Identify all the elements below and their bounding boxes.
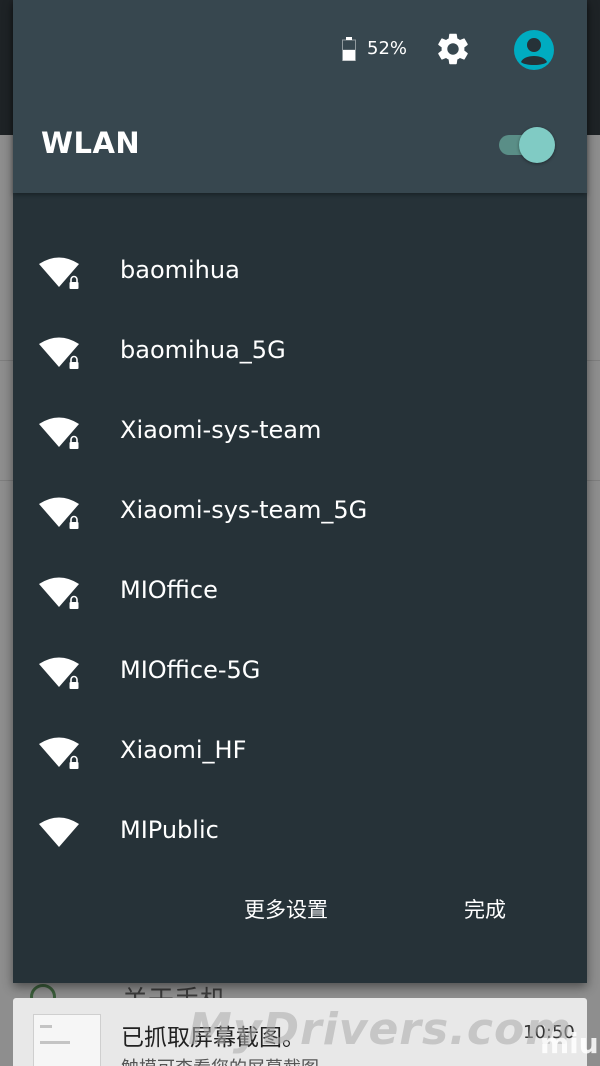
more-settings-button[interactable]: 更多设置 — [244, 894, 328, 924]
network-name: MIOffice — [120, 576, 218, 604]
network-row[interactable]: MIPublic — [13, 794, 587, 874]
network-name: Xiaomi-sys-team_5G — [120, 496, 368, 524]
battery-icon — [342, 37, 356, 61]
battery-percentage: 52% — [367, 38, 408, 59]
wifi-signal-icon — [39, 817, 79, 847]
avatar-icon[interactable] — [513, 29, 555, 71]
network-name: Xiaomi_HF — [120, 736, 247, 764]
network-row[interactable]: Xiaomi-sys-team — [13, 394, 587, 474]
wifi-lock-icon — [39, 577, 79, 609]
wifi-lock-icon — [39, 737, 79, 769]
network-row[interactable]: baomihua_5G — [13, 314, 587, 394]
panel-title: WLAN — [41, 126, 141, 160]
network-row[interactable]: baomihua — [13, 234, 587, 314]
network-name: baomihua_5G — [120, 336, 286, 364]
network-row[interactable]: Xiaomi_HF — [13, 714, 587, 794]
wifi-lock-icon — [39, 417, 79, 449]
brand-watermark: miui — [540, 1027, 600, 1060]
wifi-lock-icon — [39, 497, 79, 529]
notification-subtitle: 触摸可查看您的屏幕截图 — [121, 1054, 319, 1066]
wifi-lock-icon — [39, 257, 79, 289]
network-name: MIPublic — [120, 816, 219, 844]
network-name: Xiaomi-sys-team — [120, 416, 322, 444]
panel-header: 52% WLAN — [13, 0, 587, 193]
gear-icon[interactable] — [434, 30, 472, 68]
network-row[interactable]: MIOffice — [13, 554, 587, 634]
network-name: baomihua — [120, 256, 240, 284]
site-watermark: MyDrivers.com — [188, 1004, 573, 1055]
wifi-lock-icon — [39, 337, 79, 369]
screenshot-thumbnail — [33, 1014, 101, 1066]
network-list: baomihua baomihua_5G Xiaomi-sys-team Xiaomi… — [13, 234, 587, 874]
network-name: MIOffice-5G — [120, 656, 261, 684]
done-button[interactable]: 完成 — [464, 894, 506, 924]
wifi-lock-icon — [39, 657, 79, 689]
network-row[interactable]: Xiaomi-sys-team_5G — [13, 474, 587, 554]
wlan-toggle[interactable] — [497, 126, 557, 164]
network-row[interactable]: MIOffice-5G — [13, 634, 587, 714]
wlan-quick-panel: 52% WLAN baomihua baomihua_5G Xiaomi-sys-t… — [13, 0, 587, 983]
toggle-thumb — [519, 127, 555, 163]
